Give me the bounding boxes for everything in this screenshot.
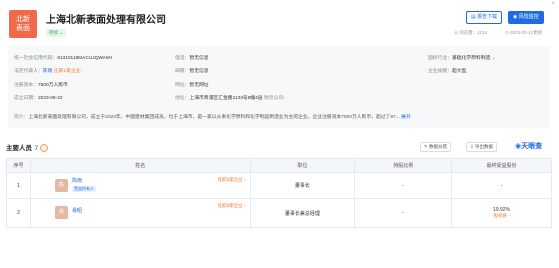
reg-capital-value: 7500万人民币: [38, 83, 68, 88]
row-index: 1: [6, 172, 31, 199]
legal-rep-tag-text: 任职1家企业: [53, 69, 81, 74]
members-table: 序号 姓名 职位 持股比例 最终受益股份 1 陈 陈雨 受益所有人 任职3家企业…: [6, 158, 552, 228]
established-date: 成立日期：2023-08-22: [14, 94, 63, 101]
status-text: 存续: [49, 30, 58, 35]
website-label: 网址：: [175, 83, 190, 88]
status-badge: 存续 ⌄: [46, 29, 67, 37]
export-icon: ⇩: [470, 144, 474, 149]
address-label: 地址：: [175, 96, 190, 101]
established-label: 成立日期：: [14, 96, 38, 101]
legal-representative: 法定代表人：陈雨 任职1家企业›: [14, 67, 82, 74]
email-value: 暂无信息: [189, 69, 209, 74]
scale-value: 超大型: [452, 69, 467, 74]
avatar: 易: [54, 206, 68, 219]
website: 网址：暂无网址: [175, 81, 209, 88]
website-value: 暂无网址: [189, 83, 209, 88]
view-count: ◎ 浏览量：1134: [454, 30, 487, 35]
section-title: 主要人员 7: [6, 142, 49, 152]
risk-monitor-label: 风险监控: [518, 14, 539, 20]
brand-name: 天眼查: [521, 143, 543, 150]
tenure-link[interactable]: 任职8家企业 ›: [218, 203, 246, 209]
email-label: 邮箱：: [175, 69, 190, 74]
reg-capital-label: 注册资本：: [14, 83, 38, 88]
benefit-cell: 19.92% 股权链 ›: [451, 198, 552, 228]
edit-icon: ✎: [424, 144, 428, 149]
update-date: ◷ 2024-02-12更新: [505, 30, 543, 35]
nearby-companies-link[interactable]: 附近公司: [264, 96, 283, 101]
industry-label: 国标行业：: [428, 56, 452, 61]
data-correction-button[interactable]: ✎ 数据纠错: [420, 142, 452, 152]
table-row: 1 陈 陈雨 受益所有人 任职3家企业 › 董事长 - -: [6, 172, 552, 199]
logo-line1: 北新: [16, 15, 30, 23]
brand-logo: ◉天眼查: [515, 141, 542, 151]
person-name-link[interactable]: 陈雨: [72, 177, 82, 184]
position-cell: 董事长: [249, 172, 356, 199]
position-cell: 董事长兼总经理: [249, 198, 356, 228]
col-beneficial-share: 最终受益股份: [451, 158, 552, 173]
table-header: 序号 姓名 职位 持股比例 最终受益股份: [6, 158, 552, 173]
equity-chain-link[interactable]: 股权链 ›: [452, 213, 551, 219]
address-value: 上海市青浦区汇金路1133号8幢4层: [189, 96, 263, 101]
export-data-button[interactable]: ⇩ 导出数据: [466, 142, 498, 152]
members-title: 主要人员: [6, 144, 32, 152]
legal-rep-tag[interactable]: 任职1家企业›: [54, 69, 82, 74]
risk-monitor-button[interactable]: ◉ 风险监控: [508, 11, 544, 24]
intro-label: 简介：: [14, 115, 29, 120]
tenure-text: 任职8家企业: [217, 203, 243, 208]
report-download-label: 报告下载: [477, 14, 498, 20]
col-index: 序号: [6, 158, 31, 173]
expand-link[interactable]: 展开: [401, 115, 411, 120]
phone-label: 电话：: [175, 56, 190, 61]
close-icon[interactable]: ×: [551, 1, 555, 7]
credit-code: 统一社会信用代码：91310118MACUJQWA8H: [14, 54, 112, 61]
phone-value: 暂无信息: [189, 56, 209, 61]
export-data-label: 导出数据: [475, 144, 494, 149]
col-position: 职位: [249, 158, 356, 173]
company-intro: 简介：上海北新表面处理有限公司，成立于2023年，中国建材集团成员，位于上海市，…: [14, 113, 548, 120]
table-row: 2 易 易昭 任职8家企业 › 董事长兼总经理 - 19.92% 股权链 ›: [6, 198, 552, 228]
established-value: 2023-08-22: [38, 96, 63, 101]
report-icon: ▤: [471, 14, 476, 20]
benefit-cell: -: [451, 172, 552, 199]
industry-value: 基础化学原料制造: [452, 56, 491, 61]
data-correction-label: 数据纠错: [429, 144, 448, 149]
company-name: 上海北新表面处理有限公司: [46, 15, 166, 26]
tenure-link[interactable]: 任职3家企业 ›: [218, 177, 246, 183]
scale-label: 企业规模：: [428, 69, 452, 74]
company-logo: 北新 表面: [9, 10, 37, 38]
industry: 国标行业：基础化学原料制造 ⌄: [428, 54, 496, 61]
col-shareholding: 持股比例: [354, 158, 453, 173]
beneficiary-badge: 受益所有人: [71, 186, 96, 192]
address: 地址：上海市青浦区汇金路1133号8幢4层 附近公司›: [175, 94, 285, 101]
legal-rep-link[interactable]: 陈雨: [43, 69, 53, 74]
email: 邮箱：暂无信息: [175, 67, 209, 74]
name-cell: 陈 陈雨 受益所有人 任职3家企业 ›: [29, 172, 251, 199]
credit-code-label: 统一社会信用代码：: [14, 56, 58, 61]
phone: 电话：暂无信息: [175, 54, 209, 61]
tenure-text: 任职3家企业: [217, 177, 243, 182]
share-cell: -: [354, 172, 453, 199]
intro-text: 上海北新表面处理有限公司，成立于2023年，中国建材集团成员，位于上海市，是一家…: [28, 115, 400, 120]
share-cell: -: [354, 198, 453, 228]
legal-rep-label: 法定代表人：: [14, 69, 43, 74]
avatar: 陈: [54, 179, 68, 192]
col-name: 姓名: [29, 158, 251, 173]
members-count: 7: [34, 144, 39, 152]
report-download-button[interactable]: ▤ 报告下载: [466, 11, 503, 24]
credit-code-value: 91310118MACUJQWA8H: [57, 56, 113, 61]
row-index: 2: [6, 198, 31, 228]
chevron-down-icon[interactable]: ⌄: [490, 56, 496, 61]
name-cell: 易 易昭 任职8家企业 ›: [29, 198, 251, 228]
chevron-right-icon: ›: [283, 96, 285, 101]
logo-line2: 表面: [16, 24, 30, 32]
monitor-icon: ◉: [513, 14, 518, 20]
dot-icon: [40, 144, 49, 152]
company-scale: 企业规模：超大型: [428, 67, 466, 74]
person-name-link[interactable]: 易昭: [72, 207, 82, 214]
registered-capital: 注册资本：7500万人民币: [14, 81, 68, 88]
equity-chain-text: 股权链: [493, 213, 507, 218]
